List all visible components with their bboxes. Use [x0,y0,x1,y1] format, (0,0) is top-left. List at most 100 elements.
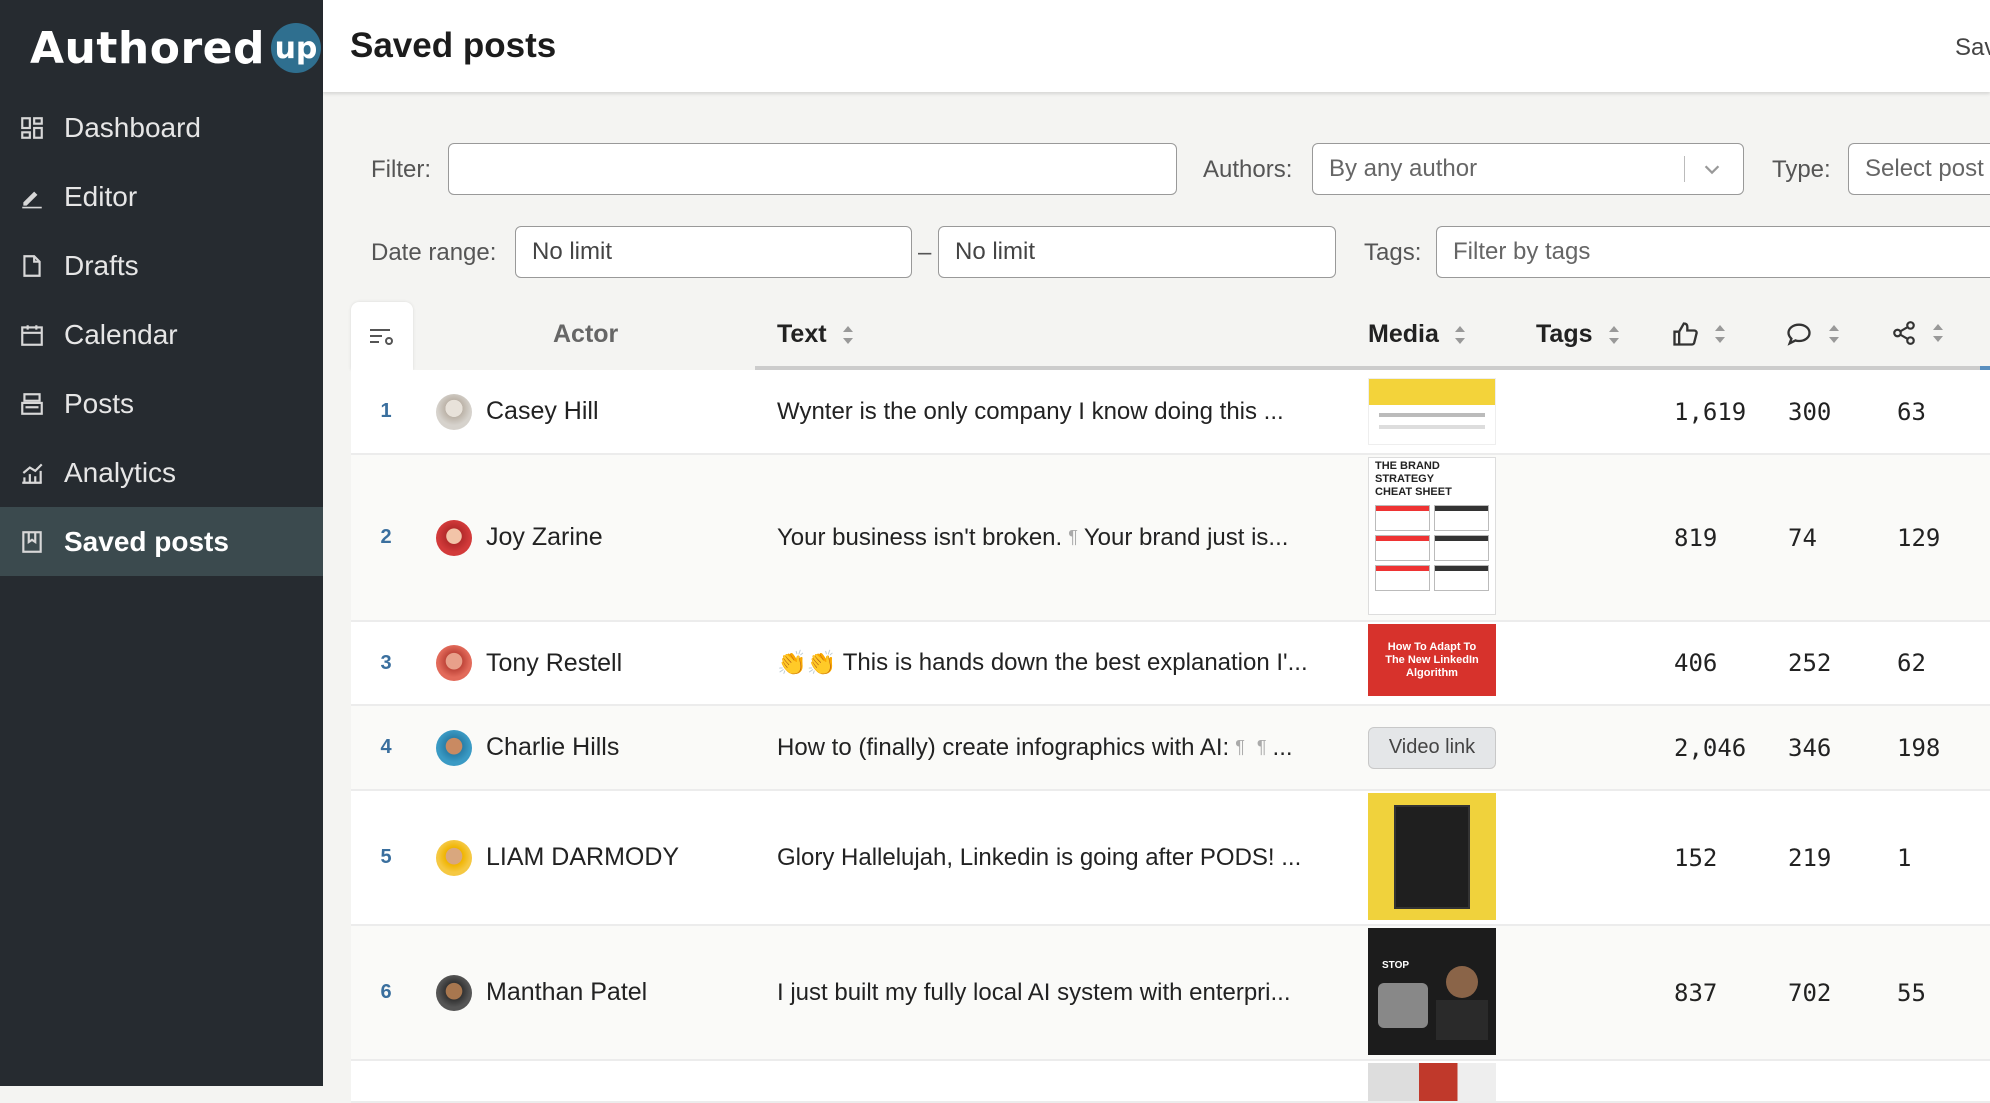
table-row[interactable] [351,1061,1990,1103]
header-action[interactable]: Sav [1955,34,1990,62]
type-select[interactable]: Select post [1848,143,1990,195]
post-text[interactable]: I just built my fully local AI system wi… [777,926,1291,1059]
post-text[interactable]: Wynter is the only company I know doing … [777,370,1284,453]
media-thumbnail[interactable] [1368,378,1496,445]
column-header-comments[interactable] [1785,320,1841,348]
avatar[interactable] [436,839,472,876]
column-header-tags[interactable]: Tags [1536,320,1621,349]
date-range-label: Date range: [371,239,497,266]
media-cell[interactable] [1368,370,1496,453]
sidebar-item-calendar[interactable]: Calendar [0,300,323,369]
sidebar-item-editor[interactable]: Editor [0,162,323,231]
table-row[interactable]: 6 Manthan Patel I just built my fully lo… [351,926,1990,1061]
dashboard-icon [0,115,64,141]
filter-label: Filter: [371,156,431,183]
row-number: 5 [380,846,392,868]
column-header-media[interactable]: Media [1368,320,1467,349]
row-number: 4 [380,736,392,758]
actor-name[interactable]: Joy Zarine [486,455,603,620]
column-header-actor[interactable]: Actor [553,320,618,349]
avatar[interactable] [436,974,472,1011]
post-text[interactable]: How to (finally) create infographics wit… [777,706,1293,789]
table-row[interactable]: 2 Joy Zarine Your business isn't broken.… [351,455,1990,622]
likes-count: 819 [1674,523,1718,552]
post-text[interactable]: Glory Hallelujah, Linkedin is going afte… [777,791,1301,924]
media-cell[interactable]: How To Adapt To The New LinkedIn Algorit… [1368,622,1496,704]
comment-icon [1787,323,1811,346]
avatar[interactable] [436,519,472,556]
chevron-down-icon [1704,165,1720,175]
table-row[interactable]: 1 Casey Hill Wynter is the only company … [351,370,1990,455]
tags-filter-input[interactable]: Filter by tags [1436,226,1990,278]
row-number: 2 [380,526,392,548]
share-icon [1893,321,1915,345]
post-text-part: How to (finally) create infographics wit… [777,733,1230,761]
sidebar-item-label: Calendar [64,318,178,350]
likes-count: 837 [1674,978,1718,1007]
avatar[interactable] [436,645,472,681]
sidebar-item-saved-posts[interactable]: Saved posts [0,507,323,576]
post-text[interactable]: Your business isn't broken. ¶ Your brand… [777,455,1288,620]
post-text[interactable]: 👏👏 This is hands down the best explanati… [777,622,1308,704]
column-label: Media [1368,320,1439,348]
date-to-input[interactable]: No limit [938,226,1336,278]
filter-settings-icon [370,329,393,345]
column-header-text[interactable]: Text [777,320,855,349]
avatar[interactable] [436,729,472,766]
sidebar-nav: Dashboard Editor Drafts Calendar Posts A… [0,93,323,576]
media-thumbnail[interactable]: THE BRAND STRATEGY CHEAT SHEET [1368,457,1496,615]
column-header-likes[interactable] [1671,320,1727,348]
pencil-icon [0,184,64,210]
sidebar-item-drafts[interactable]: Drafts [0,231,323,300]
column-label: Tags [1536,320,1593,348]
actor-name[interactable]: Manthan Patel [486,926,647,1059]
media-cell[interactable] [1368,791,1496,924]
media-thumbnail[interactable] [1368,1063,1496,1101]
sidebar-item-posts[interactable]: Posts [0,369,323,438]
row-number: 6 [380,981,392,1003]
shares-count: 63 [1897,397,1926,426]
row-number: 1 [380,400,392,422]
sidebar-item-dashboard[interactable]: Dashboard [0,93,323,162]
column-settings-button[interactable] [351,302,413,370]
tags-label: Tags: [1364,239,1422,266]
media-cell[interactable] [1368,1061,1496,1101]
media-thumbnail[interactable] [1368,793,1496,920]
sort-icon [1454,325,1465,344]
table-row[interactable]: 3 Tony Restell 👏👏 This is hands down the… [351,622,1990,706]
post-text-part: Your business isn't broken. [777,523,1063,551]
column-label: Text [777,320,827,348]
media-cell[interactable]: STOP [1368,926,1496,1059]
paragraph-icon: ¶ [1068,527,1078,547]
document-icon [0,253,64,279]
shares-count: 1 [1897,843,1912,872]
sort-icon [1933,324,1943,342]
likes-count: 2,046 [1674,733,1747,762]
sidebar-item-analytics[interactable]: Analytics [0,438,323,507]
media-thumbnail[interactable]: How To Adapt To The New LinkedIn Algorit… [1368,624,1496,696]
post-text-part: Your brand just is... [1083,523,1289,551]
column-header-shares[interactable] [1891,320,1945,346]
media-cell[interactable]: Video link [1368,706,1496,789]
avatar[interactable] [436,393,472,430]
sidebar-item-label: Drafts [64,249,139,281]
sort-icon [1608,325,1619,344]
actor-name[interactable]: Tony Restell [486,622,622,704]
app-logo[interactable]: Authored up [30,18,321,78]
table-row[interactable]: 5 LIAM DARMODY Glory Hallelujah, Linkedi… [351,791,1990,926]
date-from-input[interactable]: No limit [515,226,912,278]
sidebar-item-label: Editor [64,180,138,212]
actor-name[interactable]: LIAM DARMODY [486,791,679,924]
column-label: Actor [553,320,619,348]
shares-count: 62 [1897,649,1926,677]
logo-text: Authored [30,22,265,74]
table-row[interactable]: 4 Charlie Hills How to (finally) create … [351,706,1990,791]
media-thumbnail[interactable]: STOP [1368,928,1496,1055]
actor-name[interactable]: Casey Hill [486,370,599,453]
video-link-button[interactable]: Video link [1368,726,1496,769]
filter-input[interactable] [448,143,1177,195]
comments-count: 346 [1788,733,1832,762]
authors-select[interactable]: By any author [1312,143,1744,195]
actor-name[interactable]: Charlie Hills [486,706,619,789]
media-cell[interactable]: THE BRAND STRATEGY CHEAT SHEET [1368,455,1496,620]
